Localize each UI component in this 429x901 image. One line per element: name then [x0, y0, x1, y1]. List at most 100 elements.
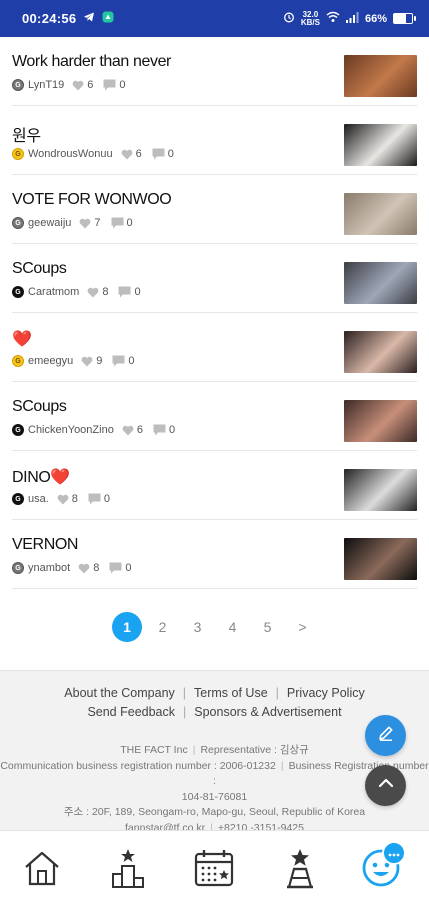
comment-icon — [109, 562, 122, 574]
post-title[interactable]: VERNON — [12, 536, 78, 554]
divider: | — [182, 686, 187, 700]
post-thumbnail[interactable] — [344, 262, 417, 304]
heart-icon — [87, 287, 99, 298]
comment-icon — [88, 493, 101, 505]
status-bar: 00:24:56 32.0 KB/S 66% — [0, 0, 429, 37]
page-2-button[interactable]: 2 — [145, 619, 180, 635]
net-speed-unit: KB/S — [300, 17, 320, 27]
write-post-button[interactable] — [365, 715, 406, 756]
post-item[interactable]: SCoups G ChickenYoonZino 6 0 — [12, 382, 417, 451]
post-item[interactable]: Work harder than never G LynT19 6 0 — [12, 37, 417, 106]
post-title[interactable]: DINO❤️ — [12, 467, 70, 487]
pagination: 1 2 3 4 5 > — [0, 612, 429, 642]
post-thumbnail[interactable] — [344, 55, 417, 97]
like-count: 8 — [102, 286, 109, 298]
post-meta: G WondrousWonuu 6 0 — [12, 148, 174, 160]
pencil-icon — [376, 723, 396, 748]
post-title[interactable]: VOTE FOR WONWOO — [12, 191, 172, 209]
page-1-button[interactable]: 1 — [112, 612, 142, 642]
business-registration-number: 104-81-76081 — [181, 790, 248, 803]
post-title[interactable]: Work harder than never — [12, 53, 171, 71]
terms-link[interactable]: Terms of Use — [194, 686, 268, 700]
app-notification-icon — [102, 11, 114, 26]
author-name[interactable]: ynambot — [28, 562, 70, 574]
author-name[interactable]: geewaiju — [28, 217, 71, 229]
user-grade-icon: G — [12, 493, 24, 505]
footer-links: About the Company | Terms of Use | Privacy P… — [0, 670, 429, 735]
like-count: 8 — [93, 562, 100, 574]
post-thumbnail[interactable] — [344, 469, 417, 511]
nav-calendar-button[interactable] — [193, 849, 235, 891]
post-thumbnail[interactable] — [344, 538, 417, 580]
wifi-icon — [326, 11, 340, 26]
heart-icon — [72, 80, 84, 91]
about-company-link[interactable]: About the Company — [64, 686, 175, 700]
privacy-link[interactable]: Privacy Policy — [287, 686, 365, 700]
post-meta: G Caratmom 8 0 — [12, 286, 141, 298]
user-grade-icon: G — [12, 562, 24, 574]
post-item[interactable]: ❤️ Gemeegyu 9 0 — [12, 313, 417, 382]
like-count: 8 — [71, 493, 78, 505]
post-thumbnail[interactable] — [344, 400, 417, 442]
nav-home-button[interactable] — [21, 849, 63, 891]
author-name[interactable]: emeegyu — [28, 355, 73, 367]
nav-ranking-button[interactable] — [107, 847, 149, 894]
post-item[interactable]: 원우 G WondrousWonuu 6 0 — [12, 106, 417, 175]
divider: | — [183, 705, 187, 719]
comment-count: 0 — [128, 355, 135, 367]
user-grade-icon: G — [12, 79, 24, 91]
calendar-icon — [193, 848, 235, 893]
author-name[interactable]: Caratmom — [28, 286, 79, 298]
chat-badge — [382, 841, 406, 865]
post-title[interactable]: SCoups — [12, 260, 67, 278]
company-name: THE FACT Inc — [120, 744, 188, 756]
nav-award-button[interactable] — [279, 848, 321, 891]
post-meta: Gusa. 8 0 — [12, 493, 110, 505]
next-page-button[interactable]: > — [285, 619, 320, 635]
author-name[interactable]: LynT19 — [28, 79, 64, 91]
representative: Representative : 김상규 — [200, 744, 309, 756]
post-thumbnail[interactable] — [344, 124, 417, 166]
like-count: 7 — [94, 217, 101, 229]
comment-icon — [153, 424, 166, 436]
page-3-button[interactable]: 3 — [180, 619, 215, 635]
post-meta: G ChickenYoonZino 6 0 — [12, 424, 175, 436]
post-item[interactable]: SCoups G Caratmom 8 0 — [12, 244, 417, 313]
post-item[interactable]: VOTE FOR WONWOO Ggeewaiju 7 0 — [12, 175, 417, 244]
post-title[interactable]: ❤️ — [12, 329, 32, 349]
post-meta: Gynambot 8 0 — [12, 562, 131, 574]
send-feedback-link[interactable]: Send Feedback — [87, 705, 175, 719]
user-grade-icon: G — [12, 424, 24, 436]
post-item[interactable]: VERNON Gynambot 8 0 — [12, 520, 417, 589]
comment-icon — [152, 148, 165, 160]
page-4-button[interactable]: 4 — [215, 619, 250, 635]
nav-chat-button[interactable] — [360, 841, 406, 891]
telegram-icon — [83, 11, 95, 26]
author-name[interactable]: ChickenYoonZino — [28, 424, 114, 436]
comment-icon — [103, 79, 116, 91]
post-thumbnail[interactable] — [344, 193, 417, 235]
like-count: 9 — [96, 355, 103, 367]
like-count: 6 — [136, 424, 143, 436]
comment-count: 0 — [103, 493, 111, 505]
chevron-up-icon — [377, 774, 395, 797]
ranking-icon — [108, 847, 148, 894]
post-item[interactable]: DINO❤️ Gusa. 8 0 — [12, 451, 417, 520]
divider: | — [275, 686, 279, 700]
author-name[interactable]: WondrousWonuu — [28, 148, 113, 160]
battery-percent: 66% — [364, 12, 387, 25]
ellipsis-icon — [388, 846, 400, 860]
scroll-top-button[interactable] — [365, 765, 406, 806]
alarm-icon — [283, 11, 295, 26]
like-count: 6 — [135, 148, 142, 160]
post-thumbnail[interactable] — [344, 331, 417, 373]
post-meta: Gemeegyu 9 0 — [12, 355, 135, 367]
author-name[interactable]: usa. — [28, 493, 49, 505]
post-title[interactable]: SCoups — [12, 398, 67, 416]
home-icon — [22, 849, 62, 892]
user-grade-icon: G — [12, 217, 24, 229]
post-title[interactable]: 원우 — [12, 122, 41, 146]
page-5-button[interactable]: 5 — [250, 619, 285, 635]
bottom-navigation — [0, 830, 429, 901]
sponsors-link[interactable]: Sponsors & Advertisement — [194, 705, 341, 719]
